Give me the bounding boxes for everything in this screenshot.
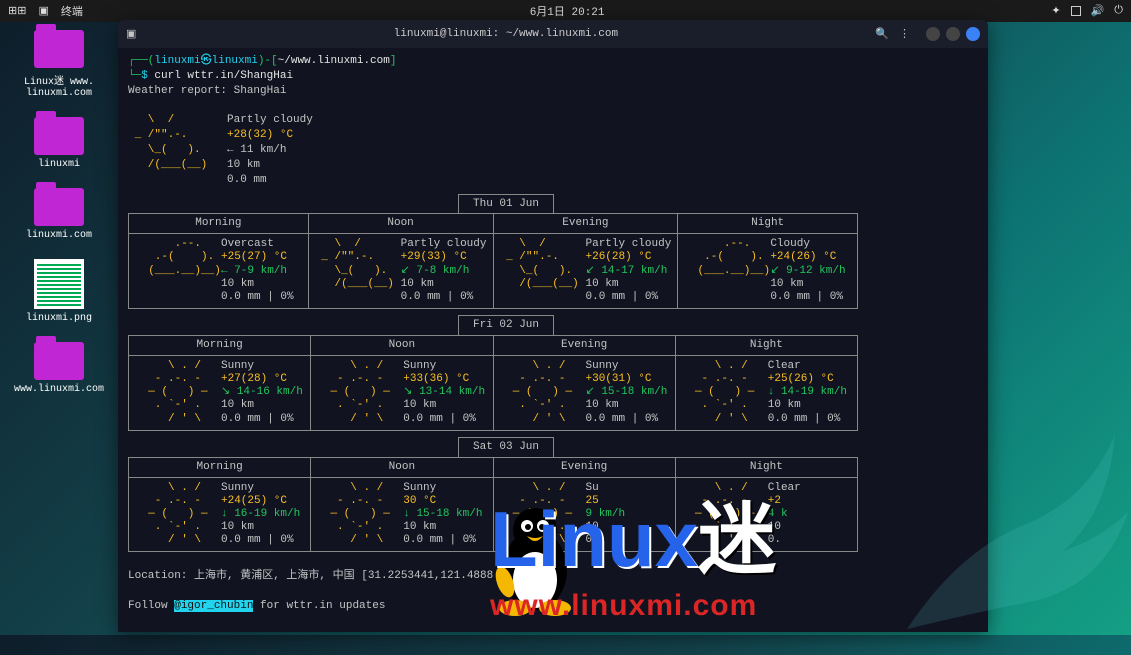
folder-icon <box>34 117 84 155</box>
desktop-icon[interactable]: linuxmi.png <box>14 259 104 324</box>
folder-icon <box>34 30 84 68</box>
weather-data: Partly cloudy +29(33) °C ↙ 7-8 km/h 10 k… <box>401 238 487 304</box>
active-app-label: 终端 <box>61 3 83 19</box>
desktop-icon[interactable]: www.linuxmi.com <box>14 342 104 395</box>
day-table: Morning .--. .-( ). (___.__)__) Overcast… <box>128 213 858 309</box>
period-name: Evening <box>494 336 675 356</box>
apps-icon[interactable]: ⊞⊞ <box>8 4 26 18</box>
weather-ascii-icon: \ . / - .-. - ― ( ) ― . `-' . / ' \ <box>135 360 215 426</box>
period-cell: Night \ . / - .-. - ― ( ) ― . `-' . / ' … <box>676 336 857 430</box>
weather-ascii-icon: \ / _ /"".-. \_( ). /(___(__) <box>500 238 580 304</box>
desktop-icon-label: Linux迷 www. linuxmi.com <box>14 72 104 99</box>
period-name: Noon <box>311 336 492 356</box>
terminal-title: linuxmi@linuxmi: ~/www.linuxmi.com <box>136 28 875 40</box>
search-icon[interactable]: 🔍 <box>875 27 889 41</box>
period-cell: Morning \ . / - .-. - ― ( ) ― . `-' . / … <box>129 336 311 430</box>
day-table: Morning \ . / - .-. - ― ( ) ― . `-' . / … <box>128 335 858 431</box>
period-cell: Noon \ . / - .-. - ― ( ) ― . `-' . / ' \… <box>311 458 493 552</box>
weather-ascii-icon: \ . / - .-. - ― ( ) ― . `-' . / ' \ <box>135 482 215 548</box>
period-cell: Night \ . / - .-. - ― ( ) ― . `-' . / ' … <box>676 458 857 552</box>
desktop-icon[interactable]: Linux迷 www. linuxmi.com <box>14 30 104 99</box>
windows-icon[interactable]: ▣ <box>38 4 48 18</box>
period-cell: Morning .--. .-( ). (___.__)__) Overcast… <box>129 214 309 308</box>
period-name: Night <box>676 336 857 356</box>
desktop-icons: Linux迷 www. linuxmi.com linuxmi linuxmi.co… <box>14 30 104 413</box>
kali-dragon-icon <box>871 395 1131 655</box>
day-label: Thu 01 Jun <box>458 194 554 215</box>
close-button[interactable] <box>966 27 980 41</box>
menu-icon[interactable]: ⋮ <box>899 27 910 41</box>
period-cell: Night .--. .-( ). (___.__)__) Cloudy +24… <box>678 214 857 308</box>
period-name: Evening <box>494 214 678 234</box>
weather-ascii-icon: \ . / - .-. - ― ( ) ― . `-' . / ' \ <box>317 360 397 426</box>
period-name: Morning <box>129 336 310 356</box>
accessibility-icon[interactable]: ✦ <box>1051 4 1060 18</box>
period-name: Night <box>676 458 857 478</box>
weather-data: Clear +2 4 k 10 0. <box>768 482 801 548</box>
weather-ascii-icon: .--. .-( ). (___.__)__) <box>135 238 215 304</box>
period-name: Night <box>678 214 857 234</box>
weather-data: Su 25 9 km/h 10 0. <box>586 482 626 548</box>
terminal-titlebar[interactable]: ▣ linuxmi@linuxmi: ~/www.linuxmi.com 🔍 ⋮ <box>118 20 988 48</box>
period-cell: Evening \ . / - .-. - ― ( ) ― . `-' . / … <box>494 336 676 430</box>
desktop-icon-label: linuxmi.com <box>14 230 104 241</box>
period-name: Evening <box>494 458 675 478</box>
desktop-icon-label: linuxmi <box>14 159 104 170</box>
weather-data: Overcast +25(27) °C ← 7-9 km/h 10 km 0.0… <box>221 238 294 304</box>
terminal-app-icon: ▣ <box>126 27 136 41</box>
weather-data: Partly cloudy +26(28) °C ↙ 14-17 km/h 10… <box>586 238 672 304</box>
qr-image-icon <box>34 259 84 309</box>
period-cell: Morning \ . / - .-. - ― ( ) ― . `-' . / … <box>129 458 311 552</box>
period-cell: Noon \ . / - .-. - ― ( ) ― . `-' . / ' \… <box>311 336 493 430</box>
day-label: Fri 02 Jun <box>458 315 554 336</box>
desktop-icon-label: linuxmi.png <box>14 313 104 324</box>
weather-data: Sunny +33(36) °C ↘ 13-14 km/h 10 km 0.0 … <box>403 360 485 426</box>
weather-data: Sunny +27(28) °C ↘ 14-16 km/h 10 km 0.0 … <box>221 360 303 426</box>
power-icon[interactable]: ⏻ <box>1114 5 1123 17</box>
weather-ascii-icon: \ . / - .-. - ― ( ) ― . `-' . / ' \ <box>682 360 762 426</box>
day-label: Sat 03 Jun <box>458 437 554 458</box>
desktop-icon-label: www.linuxmi.com <box>14 384 104 395</box>
period-name: Noon <box>309 214 493 234</box>
period-cell: Evening \ / _ /"".-. \_( ). /(___(__) Pa… <box>494 214 679 308</box>
weather-ascii-icon: .--. .-( ). (___.__)__) <box>684 238 764 304</box>
clock[interactable]: 6月1日 20:21 <box>83 3 1052 19</box>
forecast-day: Fri 02 Jun Morning \ . / - .-. - ― ( ) ― … <box>128 315 978 431</box>
desktop-icon[interactable]: linuxmi <box>14 117 104 170</box>
period-name: Morning <box>129 214 308 234</box>
minimize-button[interactable] <box>926 27 940 41</box>
tux-logo <box>480 500 590 620</box>
weather-ascii-icon: \ / _ /"".-. \_( ). /(___(__) <box>315 238 395 304</box>
maximize-button[interactable] <box>946 27 960 41</box>
folder-icon <box>34 188 84 226</box>
weather-data: Sunny +24(25) °C ↓ 16-19 km/h 10 km 0.0 … <box>221 482 300 548</box>
tray-icon[interactable] <box>1071 6 1081 16</box>
period-name: Noon <box>311 458 492 478</box>
folder-icon <box>34 342 84 380</box>
weather-ascii-icon: \ . / - .-. - ― ( ) ― . `-' . / ' \ <box>317 482 397 548</box>
system-topbar: ⊞⊞ ▣ 终端 6月1日 20:21 ✦ 🔊 ⏻ <box>0 0 1131 22</box>
forecast-day: Thu 01 Jun Morning .--. .-( ). (___.__)__… <box>128 194 978 310</box>
weather-ascii-icon: \ . / - .-. - ― ( ) ― . `-' . / ' \ <box>682 482 762 548</box>
desktop-icon[interactable]: linuxmi.com <box>14 188 104 241</box>
weather-data: Cloudy +24(26) °C ↙ 9-12 km/h 10 km 0.0 … <box>770 238 845 304</box>
volume-icon[interactable]: 🔊 <box>1091 4 1105 18</box>
period-name: Morning <box>129 458 310 478</box>
period-cell: Noon \ / _ /"".-. \_( ). /(___(__) Partl… <box>309 214 494 308</box>
weather-data: Sunny +30(31) °C ↙ 15-18 km/h 10 km 0.0 … <box>586 360 668 426</box>
weather-data: Sunny 30 °C ↓ 15-18 km/h 10 km 0.0 mm | … <box>403 482 482 548</box>
weather-ascii-icon: \ . / - .-. - ― ( ) ― . `-' . / ' \ <box>500 360 580 426</box>
weather-data: Clear +25(26) °C ↓ 14-19 km/h 10 km 0.0 … <box>768 360 847 426</box>
